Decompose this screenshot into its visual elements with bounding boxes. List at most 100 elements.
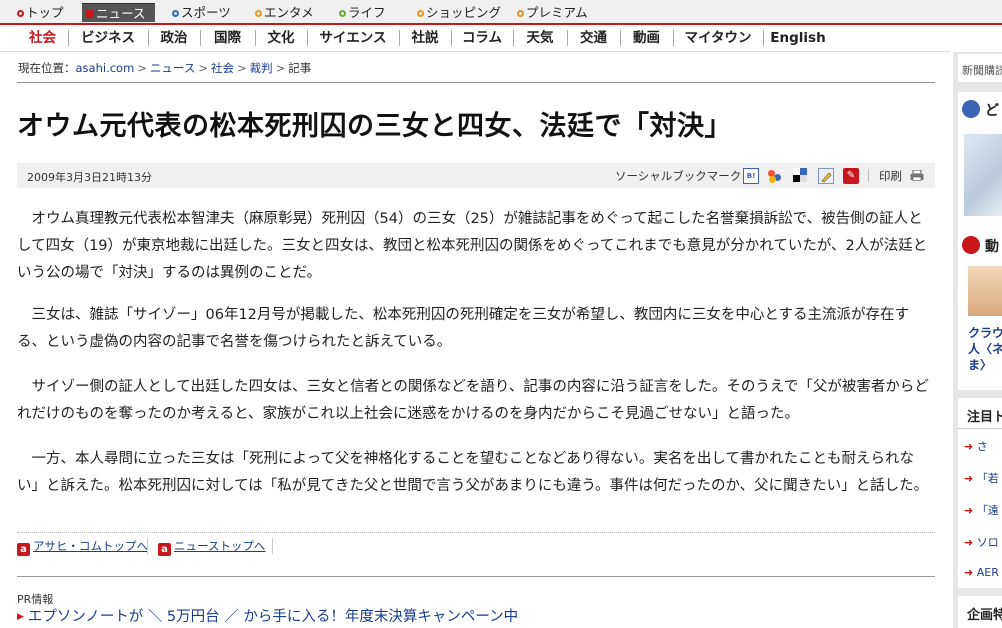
divider [958, 428, 1002, 429]
pr-ad-link[interactable]: ▶ エプソンノートが ＼ 5万円台 ／ から手に入る！年度末決算キャンペーン中 [17, 605, 518, 626]
story-photo[interactable] [968, 266, 1002, 316]
arrow-icon: ➜ [964, 504, 977, 517]
triangle-right-icon: ▶ [17, 612, 24, 622]
tab-dot-icon [255, 10, 262, 17]
attention-item[interactable]: ➜ 「若 [964, 470, 999, 486]
tab-dot-icon [172, 10, 179, 17]
arrow-icon: ➜ [964, 566, 977, 579]
tab-shopping[interactable]: ショッピング [413, 3, 505, 22]
paragraph-text: サイゾー側の証人として出廷した四女は、三女と信者との関係などを語り、記事の内容に… [17, 379, 929, 422]
article-paragraph: オウム真理教元代表松本智津夫（麻原彰晃）死刑囚（54）の三女（25）が雑誌記事を… [17, 206, 935, 287]
cat-society[interactable]: 社会 [17, 30, 69, 46]
breadcrumb-separator: > [275, 61, 286, 75]
tab-sports[interactable]: スポーツ [168, 3, 235, 22]
breadcrumb-society[interactable]: 社会 [211, 61, 234, 75]
attention-item[interactable]: ➜ さ [964, 438, 988, 454]
breadcrumb-separator: > [198, 61, 209, 75]
tab-news[interactable]: ニュース [82, 3, 155, 22]
breadcrumb-separator: > [237, 61, 247, 75]
cat-weather[interactable]: 天気 [513, 30, 568, 46]
cat-mytown[interactable]: マイタウン [673, 30, 764, 46]
breadcrumb-label: 現在位置： [18, 61, 76, 75]
divider [17, 576, 935, 577]
subscribe-label[interactable]: 新聞購読 [962, 62, 1002, 78]
livedoor-clip-icon[interactable] [767, 168, 783, 184]
print-label[interactable]: 印刷 [879, 168, 902, 184]
cat-video[interactable]: 動画 [620, 30, 674, 46]
news-top-link[interactable]: a ニューストップへ [158, 538, 265, 556]
attention-item[interactable]: ➜ 「遠 [964, 502, 999, 518]
tab-dot-icon [86, 10, 94, 18]
breadcrumb-asahi[interactable]: asahi.com [76, 61, 135, 75]
breadcrumb-trial[interactable]: 裁判 [250, 61, 273, 75]
section-icon [962, 236, 980, 254]
cat-traffic[interactable]: 交通 [567, 30, 621, 46]
cat-business[interactable]: ビジネス [68, 30, 149, 46]
sidebar-section-2: 動 クラウ 人〈ネ ま〉 [958, 230, 1002, 390]
attention-item[interactable]: ➜ AER [964, 566, 999, 579]
divider [147, 538, 148, 554]
corporate-section: 企画特 [958, 596, 1002, 628]
pr-ad-text[interactable]: エプソンノートが ＼ 5万円台 ／ から手に入る！年度末決算キャンペーン中 [28, 609, 518, 625]
hatena-bookmark-icon[interactable]: B! [743, 168, 759, 184]
paragraph-text: 一方、本人尋問に立った三女は「死刑によって父を神格化することを望むことなどあり得… [17, 451, 929, 494]
arrow-icon: ➜ [964, 472, 977, 485]
divider [0, 51, 950, 52]
section-title: ど [985, 103, 999, 119]
asahi-logo-icon: a [158, 543, 171, 556]
divider [868, 169, 869, 182]
article-paragraph: サイゾー側の証人として出廷した四女は、三女と信者との関係などを語り、記事の内容に… [17, 374, 935, 428]
subscribe-box[interactable]: 新聞購読 [958, 54, 1002, 82]
cat-international[interactable]: 国際 [200, 30, 256, 46]
cat-column[interactable]: コラム [451, 30, 514, 46]
cat-culture[interactable]: 文化 [255, 30, 308, 46]
divider [17, 532, 935, 533]
breadcrumb-news[interactable]: ニュース [150, 61, 195, 75]
category-nav: 社会 ビジネス 政治 国際 文化 サイエンス 社説 コラム 天気 交通 動画 マ… [0, 25, 950, 51]
top-nav: トップ ニュース スポーツ エンタメ ライフ ショッピング プレミアム [0, 0, 1002, 25]
social-bookmark-label: ソーシャルブックマーク [615, 169, 742, 183]
article-paragraph: 一方、本人尋問に立った三女は「死刑によって父を神格化することを望むことなどあり得… [17, 446, 935, 500]
story-text[interactable]: クラウ [968, 324, 1002, 341]
attention-title: 注目ト [967, 410, 1002, 425]
paragraph-text: オウム真理教元代表松本智津夫（麻原彰晃）死刑囚（54）の三女（25）が雑誌記事を… [17, 211, 928, 281]
story-text[interactable]: 人〈ネ [968, 340, 1002, 357]
divider [272, 538, 273, 554]
divider [17, 82, 935, 83]
tab-life[interactable]: ライフ [335, 3, 390, 22]
right-sidebar: 新聞購読 ど 動 クラウ 人〈ネ ま〉 注目ト ➜ さ ➜ 「若 ➜ 「遠 ➜ … [953, 52, 1002, 628]
cat-politics[interactable]: 政治 [148, 30, 201, 46]
story-photo[interactable] [964, 134, 1002, 216]
section-title: 動 [985, 239, 999, 255]
article-date: 2009年3月3日21時13分 [27, 171, 152, 184]
breadcrumb-current: 記事 [288, 61, 312, 75]
cat-editorial[interactable]: 社説 [399, 30, 452, 46]
corporate-title: 企画特 [967, 608, 1002, 623]
sidebar-section-1: ど [958, 92, 1002, 252]
printer-icon[interactable] [910, 170, 924, 181]
section-icon [962, 100, 980, 118]
arrow-icon: ➜ [964, 536, 977, 549]
tab-dot-icon [417, 10, 424, 17]
tab-dot-icon [517, 10, 524, 17]
cat-science[interactable]: サイエンス [307, 30, 400, 46]
asahi-top-link-text[interactable]: アサヒ・コムトップへ [33, 539, 148, 553]
attention-item[interactable]: ➜ ソロ [964, 534, 999, 550]
tab-entame[interactable]: エンタメ [251, 3, 318, 22]
article-title: オウム元代表の松本死刑囚の三女と四女、法廷で「対決」 [17, 111, 732, 142]
news-top-link-text[interactable]: ニューストップへ [174, 539, 265, 553]
delicious-icon[interactable] [793, 168, 809, 184]
buzzurl-icon[interactable]: ✎ [843, 168, 859, 184]
breadcrumb: 現在位置：asahi.com > ニュース > 社会 > 裁判 > 記事 [18, 60, 311, 76]
asahi-top-link[interactable]: a アサヒ・コムトップへ [17, 538, 148, 556]
attention-topics: 注目ト ➜ さ ➜ 「若 ➜ 「遠 ➜ ソロ ➜ AER [958, 398, 1002, 588]
tab-top[interactable]: トップ [13, 3, 68, 22]
tab-premium[interactable]: プレミアム [513, 3, 592, 22]
breadcrumb-separator: > [137, 61, 147, 75]
cat-english[interactable]: English [763, 30, 833, 46]
yahoo-bookmark-icon[interactable] [818, 168, 834, 184]
story-text[interactable]: ま〉 [968, 356, 992, 373]
article-paragraph: 三女は、雑誌「サイゾー」06年12月号が掲載した、松本死刑囚の死刑確定を三女が希… [17, 302, 935, 356]
asahi-logo-icon: a [17, 543, 30, 556]
arrow-icon: ➜ [964, 440, 977, 453]
